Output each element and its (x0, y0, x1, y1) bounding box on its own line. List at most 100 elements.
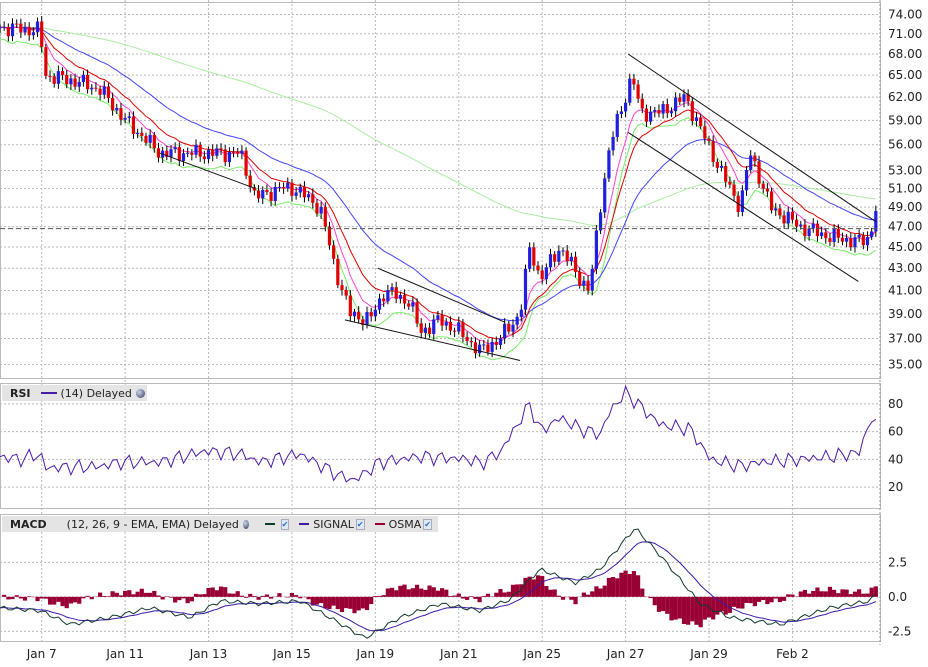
candle-body (123, 117, 127, 120)
osma-bar (652, 596, 657, 606)
globe-icon[interactable] (135, 388, 145, 398)
candle-body (578, 271, 582, 286)
osma-bar (406, 589, 411, 597)
macd-line (0, 528, 877, 639)
candle-body (473, 342, 478, 354)
osma-bar (619, 572, 624, 597)
osma-checkbox[interactable]: ✔ (423, 518, 432, 530)
price-tick-label: 49.00 (888, 200, 922, 214)
trendline (627, 131, 859, 282)
price-tick-label: 47.00 (888, 220, 922, 234)
osma-bar (210, 587, 215, 597)
osma-bar (636, 575, 641, 597)
osma-bar (56, 596, 61, 602)
trendline (627, 53, 877, 223)
osma-bar (686, 596, 691, 625)
osma-bar (364, 596, 370, 611)
osma-bar (506, 591, 511, 597)
osma-bar (106, 596, 111, 597)
globe-icon[interactable] (242, 519, 249, 529)
candle-body (294, 192, 298, 196)
osma-bar (131, 594, 136, 597)
osma-bar (223, 587, 228, 597)
candle-body (820, 232, 824, 237)
osma-bar (481, 595, 486, 597)
rsi-params: (14) Delayed (60, 386, 132, 400)
candle-body (90, 87, 94, 90)
candle-body (211, 149, 215, 156)
candle-body (244, 150, 248, 176)
osma-bar (585, 594, 591, 597)
osma-bar (627, 573, 632, 597)
osma-bar (669, 596, 674, 621)
price-tick-label: 62.00 (888, 90, 922, 104)
osma-bar (285, 596, 290, 598)
signal-checkbox[interactable]: ✔ (355, 518, 365, 530)
candle-body (665, 104, 669, 114)
candle-body (352, 311, 357, 317)
candle-body (73, 78, 77, 87)
osma-bar (615, 578, 620, 597)
candle-body (611, 136, 615, 151)
osma-bar (193, 593, 199, 597)
candle-body (136, 132, 140, 135)
candle-body (419, 323, 423, 333)
price-tick-label: 74.00 (888, 7, 922, 21)
candle-body (115, 108, 119, 111)
macd-legend: MACD (12, 26, 9 - EMA, EMA) Delayed ✔ SI… (2, 516, 438, 532)
rsi-tick-label: 20 (888, 480, 903, 494)
candle-body (824, 232, 828, 239)
candle-body (632, 78, 636, 85)
osma-bar (123, 590, 128, 597)
candle-body (569, 256, 573, 262)
signal-line (0, 541, 877, 632)
candle-body (319, 206, 323, 214)
candle-body (794, 219, 799, 227)
signal-swatch (299, 523, 310, 525)
osma-bar (640, 588, 645, 597)
date-tick-label: Feb 2 (776, 647, 809, 661)
candle-body (206, 149, 211, 160)
osma-bar (802, 589, 808, 597)
candle-body (10, 23, 15, 37)
osma-bar (277, 593, 282, 597)
candle-body (661, 104, 665, 114)
osma-bar (465, 596, 470, 600)
candle-body (427, 327, 432, 334)
candle-body (323, 206, 327, 227)
macd-tick-label: 2.5 (888, 555, 907, 569)
osma-bar (360, 596, 365, 609)
candle-body (699, 117, 703, 127)
candle-body (594, 230, 598, 269)
candle-body (786, 211, 790, 224)
candle-body (769, 191, 774, 211)
candle-body (2, 26, 6, 28)
candle-body (440, 315, 444, 326)
date-tick-label: Jan 29 (689, 647, 728, 661)
osma-bar (673, 596, 678, 620)
osma-bar (598, 588, 603, 597)
osma-bar (264, 594, 270, 597)
macd-checkbox[interactable]: ✔ (280, 518, 290, 530)
date-tick-label: Jan 7 (26, 647, 57, 661)
candle-body (415, 302, 419, 324)
candle-body (690, 101, 694, 122)
candle-body (377, 298, 382, 310)
candle-body (782, 215, 786, 224)
price-tick-label: 41.00 (888, 283, 922, 297)
candle-body (828, 238, 832, 242)
osma-bar (206, 587, 211, 597)
osma-bar (306, 596, 311, 600)
osma-bar (765, 596, 770, 605)
candle-body (398, 294, 402, 299)
candle-body (711, 141, 715, 162)
osma-bar (148, 592, 153, 597)
candle-body (590, 268, 594, 291)
candle-body (290, 182, 294, 196)
osma-bar (460, 596, 466, 599)
osma-bar (331, 596, 336, 606)
osma-bar (435, 590, 441, 597)
osma-bar (156, 595, 161, 597)
candle-body (457, 322, 461, 332)
rsi-legend: RSI (14) Delayed (2, 385, 147, 401)
